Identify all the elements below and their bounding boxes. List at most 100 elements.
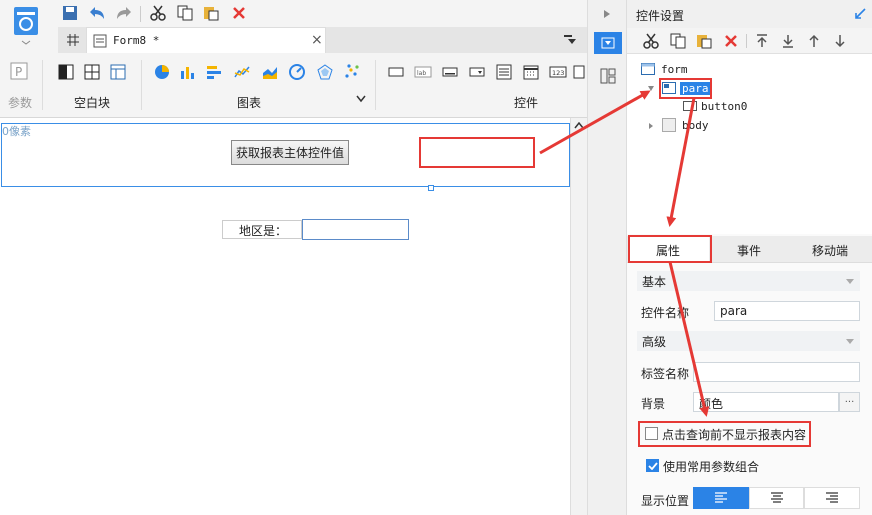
display-position-label: 显示位置 (641, 494, 690, 508)
common-param-combo-label: 使用常用参数组合 (663, 460, 760, 474)
align-left-button[interactable] (693, 487, 749, 509)
blank-label: 空白块 (74, 96, 111, 110)
background-field[interactable]: 颜色 (693, 392, 839, 412)
line-chart-button[interactable] (232, 62, 252, 82)
tab-block-icon (110, 64, 126, 80)
align-right-button[interactable] (804, 487, 860, 509)
delete-button[interactable] (228, 2, 250, 24)
textbox-widget-button[interactable] (386, 62, 406, 82)
copy-button[interactable] (174, 2, 196, 24)
combo-widget-button[interactable] (467, 62, 487, 82)
widget-name-value: para (720, 304, 748, 318)
tab-menu-button[interactable] (560, 31, 580, 49)
hbar-chart-button[interactable] (204, 62, 224, 82)
scroll-up-icon[interactable] (570, 118, 587, 132)
param-icon: P (10, 62, 28, 80)
pie-chart-button[interactable] (152, 62, 172, 82)
area-chart-button[interactable] (260, 62, 280, 82)
panel-pin-icon[interactable] (852, 6, 868, 22)
tab-events[interactable]: 事件 (712, 237, 788, 262)
more-widget-button[interactable] (572, 62, 586, 82)
param-group[interactable]: P (10, 62, 34, 86)
radar-chart-button[interactable] (315, 62, 335, 82)
section-basic[interactable]: 基本 (637, 271, 860, 291)
collapse-arrow-icon[interactable] (597, 6, 617, 22)
gauge-chart-button[interactable] (287, 62, 307, 82)
more-icon: ··· (844, 396, 855, 408)
save-icon (63, 6, 77, 20)
tree-label-body: body (682, 119, 709, 132)
pie-chart-icon (155, 65, 169, 79)
background-more-button[interactable]: ··· (839, 392, 860, 412)
move-up-icon (809, 34, 819, 47)
tab-mobile[interactable]: 移动端 (790, 237, 870, 262)
region-input[interactable] (302, 219, 409, 240)
tree-node-form[interactable]: form (641, 62, 711, 78)
section-advanced[interactable]: 高级 (637, 331, 860, 351)
list-widget-button[interactable] (494, 62, 514, 82)
resize-handle[interactable] (428, 185, 434, 191)
get-widget-value-button[interactable]: 获取报表主体控件值 (231, 140, 349, 165)
label-widget-button[interactable]: lab (413, 62, 433, 82)
panel-delete-button[interactable] (720, 30, 742, 52)
tree-expand-body[interactable] (646, 121, 656, 131)
canvas-vscroll[interactable] (570, 118, 587, 515)
checkbox-checked[interactable] (646, 459, 659, 472)
save-button[interactable] (59, 2, 81, 24)
tab-close-icon[interactable]: × (311, 32, 323, 48)
cut-button[interactable] (147, 2, 169, 24)
move-top-button[interactable] (751, 30, 773, 52)
panel-cut-button[interactable] (640, 30, 662, 52)
tab-menu-icon (564, 35, 576, 44)
scatter-chart-button[interactable] (342, 62, 362, 82)
body-icon (662, 118, 676, 132)
region-label-box: 地区是： (222, 220, 302, 239)
align-center-icon (770, 492, 783, 503)
date-widget-button[interactable] (521, 62, 541, 82)
tab-form8[interactable]: Form8 * × (86, 27, 326, 53)
undo-button[interactable] (86, 2, 108, 24)
template-button[interactable] (10, 4, 42, 46)
list-icon (496, 64, 512, 80)
move-bottom-button[interactable] (777, 30, 799, 52)
blank-block-3[interactable] (108, 62, 128, 82)
layout-toggle[interactable] (594, 64, 622, 88)
tree-expand-para[interactable] (646, 84, 656, 94)
redo-button[interactable] (113, 2, 135, 24)
tree-node-body[interactable]: body (662, 117, 722, 133)
blank-block-2[interactable] (82, 62, 102, 82)
bar-chart-button[interactable] (178, 62, 198, 82)
tag-name-field[interactable] (693, 362, 860, 382)
param-label: 参数 (8, 96, 33, 110)
blank-block-1[interactable] (56, 62, 76, 82)
tab-events-label: 事件 (737, 244, 762, 258)
move-down-button[interactable] (829, 30, 851, 52)
template-icon (14, 7, 38, 45)
hbar-chart-icon (207, 66, 221, 79)
paste-button[interactable] (200, 2, 222, 24)
cut-icon (150, 5, 166, 21)
panel-paste-button[interactable] (693, 30, 715, 52)
widget-settings-toggle[interactable] (594, 32, 622, 54)
number-widget-button[interactable]: 123 (548, 62, 568, 82)
paste-icon (204, 7, 219, 21)
ribbon-divider (42, 60, 43, 110)
undo-icon (90, 7, 104, 19)
highlight-checkbox (638, 421, 811, 447)
common-param-combo-checkbox[interactable]: 使用常用参数组合 (646, 457, 796, 475)
svg-text:123: 123 (552, 69, 564, 77)
widget-name-field[interactable]: para (714, 301, 860, 321)
grid-tab-button[interactable] (62, 29, 84, 51)
tree-node-button0[interactable]: button0 (683, 99, 773, 115)
button-widget-button[interactable] (440, 62, 460, 82)
widget-name-label: 控件名称 (641, 306, 690, 320)
delete-icon (233, 7, 245, 19)
section-basic-label: 基本 (642, 275, 667, 289)
align-center-button[interactable] (749, 487, 804, 509)
panel-copy-button[interactable] (667, 30, 689, 52)
move-up-button[interactable] (803, 30, 825, 52)
checkbox-widget-icon (573, 65, 585, 79)
label-icon: lab (414, 66, 432, 78)
paste-icon (697, 35, 712, 49)
chart-expand-button[interactable] (354, 92, 368, 106)
